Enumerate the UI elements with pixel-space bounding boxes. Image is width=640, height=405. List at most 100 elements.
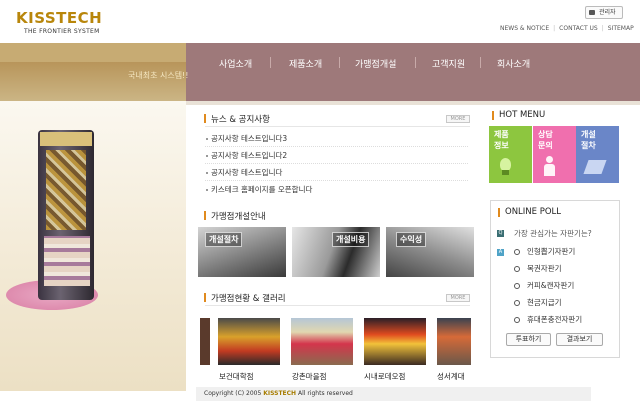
- page: KISSTECH THE FRONTIER SYSTEM 관리자 NEWS & …: [0, 0, 640, 405]
- nav-separator: [270, 57, 271, 68]
- nav-item-products[interactable]: 제품소개: [289, 57, 322, 70]
- result-button[interactable]: 결과보기: [556, 333, 603, 346]
- bullet: [206, 138, 208, 140]
- news-notice-link[interactable]: NEWS & NOTICE: [500, 25, 549, 32]
- separator: |: [601, 25, 604, 32]
- divider: [205, 180, 468, 181]
- top-links: NEWS & NOTICE | CONTACT US | SITEMAP: [500, 25, 634, 32]
- admin-button-label: 관리자: [599, 9, 616, 16]
- poll-option-radio[interactable]: [514, 283, 520, 289]
- gallery-thumb[interactable]: [200, 318, 210, 365]
- gallery-thumb[interactable]: [364, 318, 426, 365]
- hot-tile-setup-procedure[interactable]: 개설 절차: [576, 126, 619, 183]
- nav-item-company[interactable]: 회사소개: [497, 57, 530, 70]
- person-icon: [546, 156, 553, 163]
- separator: |: [553, 25, 556, 32]
- footer-rights: All rights reserved: [298, 390, 353, 397]
- gallery-caption[interactable]: 강촌마을점: [292, 371, 327, 382]
- banner-profitability[interactable]: 수익성: [386, 227, 474, 277]
- gallery-thumb[interactable]: [291, 318, 353, 365]
- poll-title: ONLINE POLL: [505, 207, 562, 217]
- hot-tile-consultation[interactable]: 상담 문의: [533, 126, 576, 183]
- news-more-button[interactable]: MORE: [446, 115, 470, 123]
- lightbulb-base: [502, 170, 509, 175]
- machine-glass: [46, 150, 86, 230]
- nav-shadow: [186, 101, 640, 105]
- poll-option-radio[interactable]: [514, 249, 520, 255]
- bullet: [206, 155, 208, 157]
- person-body: [544, 164, 555, 176]
- poll-option-label[interactable]: 복권자판기: [527, 263, 562, 274]
- section-marker: [204, 114, 206, 123]
- footer-brand: KISSTECH: [263, 390, 297, 397]
- hot-tile-label: 상담: [538, 130, 553, 139]
- hot-tile-product-info[interactable]: 제품 정보: [489, 126, 532, 183]
- hot-tile-label: 정보: [494, 141, 509, 150]
- gallery-title: 가맹점현황 & 갤러리: [211, 294, 286, 304]
- nav-item-franchise[interactable]: 가맹점개설: [355, 57, 396, 70]
- nav-separator: [480, 57, 481, 68]
- news-title: 뉴스 & 공지사항: [211, 115, 270, 125]
- document-icon: [583, 160, 607, 174]
- banner-setup-cost[interactable]: 개설비용: [292, 227, 380, 277]
- question-icon: Q: [497, 230, 504, 237]
- gallery-more-button[interactable]: MORE: [446, 294, 470, 302]
- hot-tile-label: 문의: [538, 141, 553, 150]
- section-marker: [204, 211, 206, 220]
- news-item[interactable]: 공지사항 테스트입니다2: [211, 150, 287, 161]
- divider: [205, 163, 468, 164]
- poll-option-label[interactable]: 휴대폰충전자판기: [527, 314, 582, 325]
- main-nav: [186, 43, 640, 101]
- divider: [205, 305, 470, 306]
- poll-option-radio[interactable]: [514, 266, 520, 272]
- nav-band-gradient: [0, 62, 186, 101]
- gallery-thumb[interactable]: [437, 318, 471, 365]
- poll-option-label[interactable]: 인형뽑기자판기: [527, 246, 575, 257]
- news-item[interactable]: 키스테크 홈페이지를 오픈합니다: [211, 184, 312, 195]
- banner-setup-procedure[interactable]: 개설절차: [198, 227, 286, 277]
- gallery-thumb[interactable]: [218, 318, 280, 365]
- poll-option-radio[interactable]: [514, 317, 520, 323]
- poll-question: 가장 관심가는 자판기는?: [514, 229, 592, 238]
- hot-tile-label: 개설: [581, 130, 596, 139]
- nav-item-support[interactable]: 고객지원: [432, 57, 465, 70]
- machine-panel: [44, 236, 90, 286]
- vote-button[interactable]: 투표하기: [506, 333, 551, 346]
- logo[interactable]: KISSTECH: [16, 9, 102, 27]
- divider: [205, 146, 468, 147]
- banner-label: 개설비용: [332, 232, 370, 247]
- lock-icon: [589, 10, 595, 15]
- contact-us-link[interactable]: CONTACT US: [559, 25, 598, 32]
- footer: Copyright (C) 2005 KISSTECH All rights r…: [196, 387, 591, 401]
- news-item[interactable]: 공지사항 테스트입니다3: [211, 133, 287, 144]
- hot-tile-label: 제품: [494, 130, 509, 139]
- poll-option-radio[interactable]: [514, 300, 520, 306]
- poll-option-label[interactable]: 현금지급기: [527, 297, 562, 308]
- bullet: [206, 189, 208, 191]
- machine-top-panel: [40, 132, 92, 146]
- section-marker: [498, 208, 500, 217]
- nav-item-business[interactable]: 사업소개: [219, 57, 252, 70]
- footer-copyright: Copyright (C) 2005: [204, 390, 262, 397]
- gallery-caption[interactable]: 성서계대: [437, 371, 465, 382]
- section-marker: [204, 293, 206, 302]
- answer-icon: A: [497, 249, 504, 256]
- section-marker: [492, 111, 494, 120]
- admin-button[interactable]: 관리자: [585, 6, 623, 19]
- logo-text: KISSTECH: [16, 9, 103, 27]
- gallery-caption[interactable]: 보건대학점: [219, 371, 254, 382]
- hot-menu-title: HOT MENU: [499, 110, 546, 120]
- bullet: [206, 172, 208, 174]
- poll-option-label[interactable]: 커피&캔자판기: [527, 280, 574, 291]
- gallery-caption[interactable]: 시내로데오점: [364, 371, 405, 382]
- nav-separator: [415, 57, 416, 68]
- divider: [205, 126, 470, 127]
- banner-label: 개설절차: [205, 232, 243, 247]
- news-item[interactable]: 공지사항 테스트입니다: [211, 167, 282, 178]
- sitemap-link[interactable]: SITEMAP: [608, 25, 634, 32]
- nav-separator: [339, 57, 340, 68]
- slogan: 국내최초 시스템!!: [128, 71, 189, 80]
- logo-subtitle: THE FRONTIER SYSTEM: [24, 28, 100, 35]
- franchise-title: 가맹점개설안내: [211, 212, 266, 222]
- banner-label: 수익성: [396, 232, 427, 247]
